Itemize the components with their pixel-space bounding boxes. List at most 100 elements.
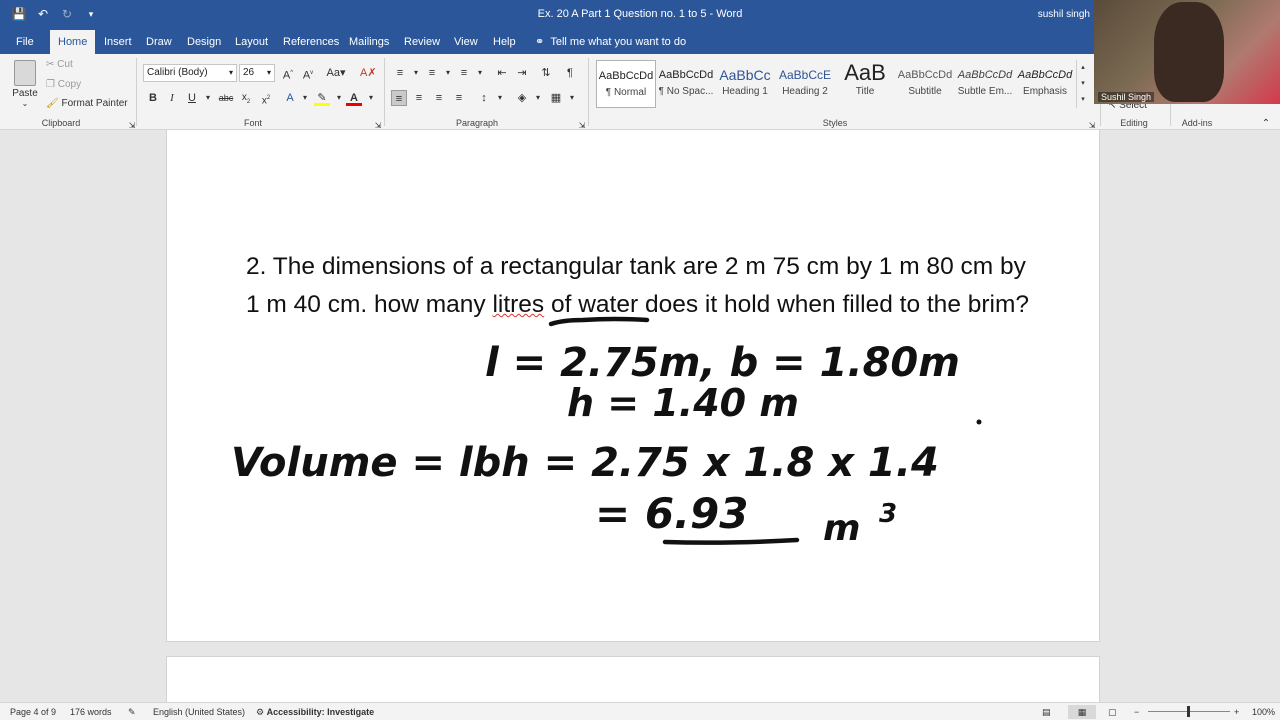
account-name[interactable]: sushil singh: [1038, 9, 1090, 20]
addins-group-label: Add-ins: [1181, 118, 1213, 128]
chevron-down-icon[interactable]: ▾: [1075, 76, 1091, 92]
document-page[interactable]: 2. The dimensions of a rectangular tank …: [166, 130, 1100, 642]
style-heading-2[interactable]: AaBbCcE Heading 2: [775, 60, 835, 108]
line-spacing-icon[interactable]: ↕: [476, 90, 492, 106]
chevron-up-icon[interactable]: ▴: [1075, 60, 1091, 76]
paste-button[interactable]: Paste ⌄: [10, 60, 40, 110]
zoom-level[interactable]: 100%: [1252, 707, 1275, 717]
tell-me-search[interactable]: ⚭ Tell me what you want to do: [535, 30, 686, 54]
accessibility-status[interactable]: ⚙ Accessibility: Investigate: [256, 707, 374, 718]
chevron-down-icon[interactable]: ▾: [530, 90, 546, 106]
align-left-icon[interactable]: ≡: [391, 90, 407, 106]
chevron-down-icon[interactable]: ▾: [331, 90, 347, 106]
language-indicator[interactable]: English (United States): [153, 707, 245, 717]
numbering-icon[interactable]: ≡: [424, 65, 440, 81]
superscript-icon[interactable]: x2: [258, 90, 274, 106]
decrease-indent-icon[interactable]: ⇤: [494, 65, 510, 81]
sort-icon[interactable]: ⇅: [538, 65, 554, 81]
tab-help[interactable]: Help: [485, 30, 524, 54]
read-mode-icon[interactable]: ▤: [1042, 707, 1051, 718]
tab-view[interactable]: View: [446, 30, 486, 54]
style-name: Heading 2: [782, 86, 828, 97]
tab-design[interactable]: Design: [179, 30, 229, 54]
tab-review[interactable]: Review: [396, 30, 448, 54]
style-subtle-emphasis[interactable]: AaBbCcDd Subtle Em...: [955, 60, 1015, 108]
cut-button[interactable]: ✂ Cut: [46, 59, 73, 70]
accessibility-label: Accessibility: Investigate: [266, 707, 375, 717]
style-sample: AaBbCcDd: [1017, 69, 1073, 81]
highlight-icon[interactable]: ✎: [314, 90, 330, 106]
page-indicator[interactable]: Page 4 of 9: [10, 707, 56, 717]
multilevel-list-icon[interactable]: ≡: [456, 65, 472, 81]
copy-icon: ❐: [46, 79, 55, 90]
ink-underline-litres: [548, 316, 650, 327]
bold-icon[interactable]: B: [145, 90, 161, 106]
borders-icon[interactable]: ▦: [548, 90, 564, 106]
ink-dot: [976, 419, 982, 425]
zoom-slider-thumb[interactable]: [1187, 706, 1190, 717]
font-size-select[interactable]: 26 ▾: [239, 64, 275, 82]
proofing-icon[interactable]: ✎: [128, 707, 136, 718]
shrink-font-icon[interactable]: Av: [300, 65, 316, 82]
tab-references[interactable]: References: [275, 30, 347, 54]
style-heading-1[interactable]: AaBbCc Heading 1: [715, 60, 775, 108]
webcam-video: Sushil Singh: [1094, 0, 1280, 104]
pilcrow-icon[interactable]: ¶: [562, 65, 578, 81]
tab-insert[interactable]: Insert: [96, 30, 140, 54]
chevron-down-icon[interactable]: ▾: [472, 65, 488, 81]
tab-draw[interactable]: Draw: [138, 30, 180, 54]
style-no-spacing[interactable]: AaBbCcDd ¶ No Spac...: [656, 60, 716, 108]
chevron-down-icon[interactable]: ▾: [408, 65, 424, 81]
chevron-down-icon[interactable]: ▾: [363, 90, 379, 106]
print-layout-icon[interactable]: ▦: [1068, 705, 1096, 719]
style-subtitle[interactable]: AaBbCcDd Subtitle: [895, 60, 955, 108]
clear-formatting-icon[interactable]: A✗: [360, 65, 377, 81]
style-sample: AaBbCcDd: [658, 69, 714, 81]
styles-scrollbar[interactable]: ▴ ▾ ▾: [1076, 60, 1088, 108]
align-right-icon[interactable]: ≡: [431, 90, 447, 106]
lightbulb-icon: ⚭: [535, 36, 545, 48]
chevron-down-icon: ▾: [266, 68, 271, 77]
style-title[interactable]: AaB Title: [835, 60, 895, 108]
align-center-icon[interactable]: ≡: [411, 90, 427, 106]
style-normal[interactable]: AaBbCcDd ¶ Normal: [596, 60, 656, 108]
web-layout-icon[interactable]: ▢: [1108, 707, 1117, 718]
italic-icon[interactable]: I: [164, 90, 180, 106]
chevron-down-icon[interactable]: ▾: [492, 90, 508, 106]
font-color-icon[interactable]: A: [346, 90, 362, 106]
change-case-icon[interactable]: Aa▾: [324, 65, 348, 81]
underline-icon[interactable]: U: [184, 90, 200, 106]
style-name: Title: [855, 86, 875, 97]
chevron-down-icon[interactable]: ▾: [200, 90, 216, 106]
zoom-in-icon[interactable]: +: [1234, 707, 1239, 717]
style-sample: AaBbCcE: [778, 68, 832, 82]
chevron-down-icon[interactable]: ▾: [440, 65, 456, 81]
word-count[interactable]: 176 words: [70, 707, 112, 717]
chevron-down-icon[interactable]: ▾: [297, 90, 313, 106]
tab-layout[interactable]: Layout: [227, 30, 276, 54]
tab-home[interactable]: Home: [50, 30, 96, 54]
editing-group-label: Editing: [1120, 118, 1148, 128]
style-sample: AaBbCcDd: [957, 69, 1013, 81]
document-canvas[interactable]: 2. The dimensions of a rectangular tank …: [0, 130, 1280, 716]
shading-icon[interactable]: ◈: [514, 90, 530, 106]
copy-button[interactable]: ❐ Copy: [46, 79, 81, 90]
format-painter-button[interactable]: 🖌 Format Painter: [46, 98, 128, 109]
increase-indent-icon[interactable]: ⇥: [514, 65, 530, 81]
bullets-icon[interactable]: ≡: [392, 65, 408, 81]
more-styles-icon[interactable]: ▾: [1075, 92, 1091, 108]
text-effects-icon[interactable]: A: [282, 90, 298, 106]
strikethrough-icon[interactable]: abc: [216, 90, 236, 106]
zoom-out-icon[interactable]: −: [1134, 707, 1139, 717]
style-sample: AaBbCcDd: [897, 69, 953, 81]
font-family-select[interactable]: Calibri (Body) ▾: [143, 64, 237, 82]
tab-mailings[interactable]: Mailings: [341, 30, 397, 54]
style-emphasis[interactable]: AaBbCcDd Emphasis: [1015, 60, 1075, 108]
chevron-down-icon[interactable]: ▾: [564, 90, 580, 106]
subscript-icon[interactable]: x2: [238, 90, 254, 106]
justify-icon[interactable]: ≡: [451, 90, 467, 106]
clipboard-group-label: Clipboard: [41, 118, 81, 128]
chevron-down-icon: ▾: [228, 68, 233, 77]
grow-font-icon[interactable]: A^: [280, 65, 296, 82]
tab-file[interactable]: File: [8, 30, 42, 54]
